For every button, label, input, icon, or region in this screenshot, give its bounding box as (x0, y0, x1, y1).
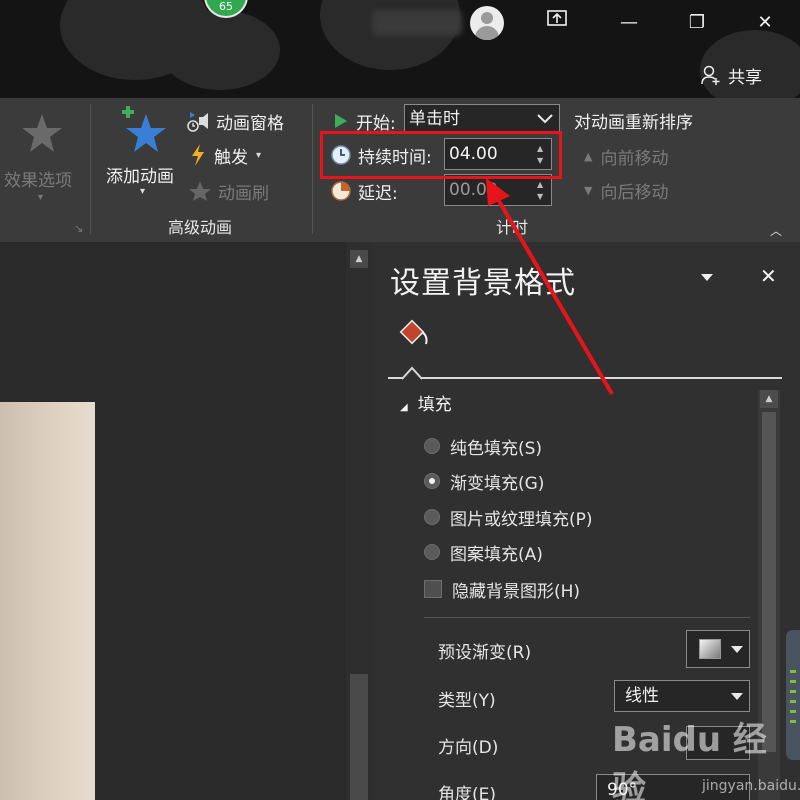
annotation-arrow (486, 178, 614, 396)
watermark-url: jingyan.baidu.com (702, 778, 800, 794)
powerpoint-window: 65 — ❐ ✕ 共享 效果选项 ▾ ↘ 添加动画 ▾ 动画窗格 触发 ▾ 动画… (0, 0, 800, 800)
